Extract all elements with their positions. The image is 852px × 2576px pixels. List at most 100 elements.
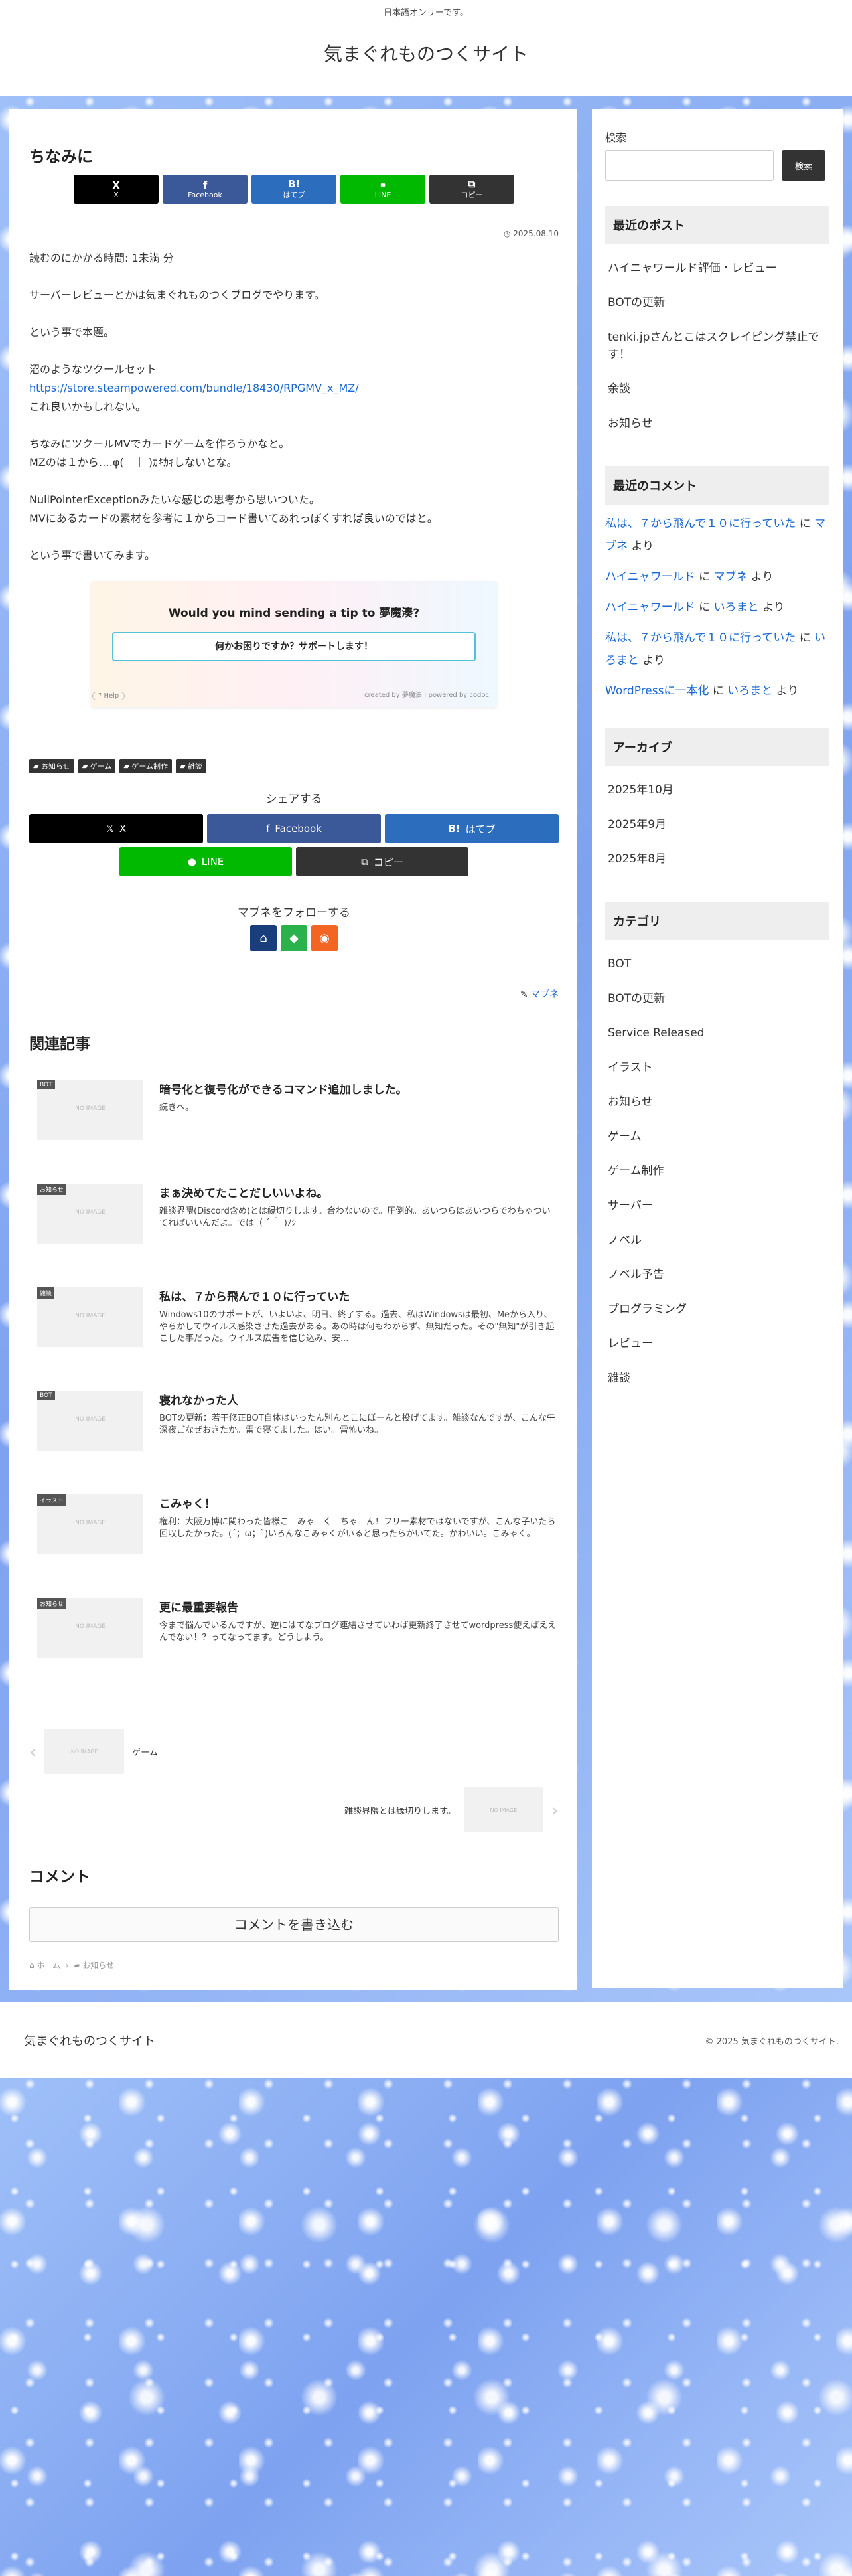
- category-link[interactable]: BOT: [608, 947, 827, 981]
- category-tag[interactable]: ▰ ゲーム: [78, 759, 116, 773]
- prev-post-thumbnail: NO IMAGE: [44, 1729, 125, 1774]
- category-tag[interactable]: ▰ お知らせ: [29, 759, 74, 773]
- category-link[interactable]: Service Released: [608, 1016, 827, 1050]
- x-icon: X: [112, 179, 120, 191]
- related-thumbnail: お知らせ NO IMAGE: [37, 1184, 143, 1244]
- recent-post-link[interactable]: tenki.jpさんとこはスクレイピング禁止です！: [608, 320, 827, 372]
- hatena-icon: B!: [287, 178, 301, 190]
- comment-post-link[interactable]: WordPressに一本化: [605, 684, 709, 698]
- archive-link[interactable]: 2025年8月: [608, 842, 827, 876]
- related-item[interactable]: お知らせ NO IMAGE まぁ決めてたことだしいいよね。 雑談界隈(Discord…: [29, 1184, 559, 1287]
- share-hatena-button[interactable]: B! はてブ: [251, 175, 336, 204]
- category-link[interactable]: ゲーム: [608, 1119, 827, 1154]
- folder-icon: ▰: [123, 762, 129, 771]
- tip-support-button[interactable]: 何かお困りですか？サポートします！: [112, 632, 476, 661]
- chevron-left-icon: ‹: [29, 1740, 37, 1763]
- archive-link[interactable]: 2025年10月: [608, 773, 827, 807]
- author-link[interactable]: マブネ: [531, 989, 559, 1000]
- recent-comment: 私は、７から飛んで１０に行っていた に いろまと より: [605, 631, 826, 667]
- related-item[interactable]: お知らせ NO IMAGE 更に最重要報告 今まで悩んでいるんですが、逆にはてなブロ…: [29, 1598, 559, 1702]
- recent-comment: ハイニャワールド に いろまと より: [605, 601, 785, 614]
- comment-author-link[interactable]: いろまと: [727, 684, 772, 698]
- facebook-icon: f: [202, 179, 208, 191]
- recent-posts-list: ハイニャワールド評価・レビュー BOTの更新 tenki.jpさんとこはスクレイ…: [605, 244, 829, 441]
- share-label: シェアする: [265, 793, 322, 806]
- category-tag[interactable]: ▰ ゲーム制作: [119, 759, 173, 773]
- recent-post-link[interactable]: ハイニャワールド評価・レビュー: [608, 251, 827, 285]
- share-x-button[interactable]: XX: [74, 175, 159, 204]
- share-line-button[interactable]: ● LINE: [340, 175, 425, 204]
- home-icon: ⌂: [29, 1961, 35, 1970]
- recent-comment: WordPressに一本化 に いろまと より: [605, 684, 799, 698]
- related-item[interactable]: BOT NO IMAGE 寝れなかった人 BOTの更新：若干修正BOT自体はいったん…: [29, 1391, 559, 1494]
- prev-post-title: ゲーム: [132, 1747, 158, 1758]
- tip-help-button[interactable]: ? Help: [92, 692, 125, 700]
- archive-link[interactable]: 2025年9月: [608, 807, 827, 842]
- breadcrumb-home[interactable]: ホーム: [36, 1961, 60, 1970]
- comment-post-link[interactable]: 私は、７から飛んで１０に行っていた: [605, 631, 796, 645]
- category-link[interactable]: サーバー: [608, 1188, 827, 1223]
- folder-icon: ▰: [33, 762, 39, 771]
- recent-posts-title: 最近のポスト: [605, 206, 829, 244]
- category-link[interactable]: ノベル予告: [608, 1257, 827, 1292]
- related-thumbnail: お知らせ NO IMAGE: [37, 1598, 143, 1658]
- recent-post-link[interactable]: お知らせ: [608, 406, 827, 441]
- comment-post-link[interactable]: ハイニャワールド: [605, 570, 695, 584]
- comment-post-link[interactable]: ハイニャワールド: [605, 601, 695, 614]
- rss-icon[interactable]: ◉: [311, 925, 338, 951]
- category-link[interactable]: レビュー: [608, 1327, 827, 1361]
- comment-post-link[interactable]: 私は、７から飛んで１０に行っていた: [605, 517, 796, 530]
- paragraph: サーバーレビューとかは気まぐれものつくブログでやります。: [29, 289, 325, 301]
- archive-list: 2025年10月 2025年9月 2025年8月: [605, 766, 829, 876]
- prev-post-link[interactable]: ‹ NO IMAGE ゲーム: [29, 1728, 559, 1775]
- share-x-button[interactable]: 𝕏X: [29, 814, 203, 843]
- related-item[interactable]: 雑談 NO IMAGE 私は、７から飛んで１０に行っていた Windows10のサポ…: [29, 1287, 559, 1391]
- related-thumbnail: イラスト NO IMAGE: [37, 1494, 143, 1554]
- share-facebook-button[interactable]: f Facebook: [163, 175, 248, 204]
- share-line-button[interactable]: ● LINE: [119, 847, 292, 876]
- category-link[interactable]: お知らせ: [608, 1085, 827, 1119]
- category-link[interactable]: プログラミング: [608, 1292, 827, 1327]
- search-button[interactable]: 検索: [782, 150, 825, 181]
- category-tag[interactable]: ▰ 雑談: [176, 759, 206, 773]
- search-input[interactable]: [605, 150, 774, 181]
- share-hatena-button[interactable]: B! はてブ: [385, 814, 559, 843]
- share-buttons-bottom: 𝕏X f Facebook B! はてブ: [29, 814, 559, 843]
- share-copy-button[interactable]: ⧉ コピー: [296, 847, 468, 876]
- home-icon[interactable]: ⌂: [250, 925, 277, 951]
- copy-icon: ⧉: [468, 178, 476, 190]
- site-title[interactable]: 気まぐれものつくサイト: [324, 27, 528, 82]
- feedly-icon[interactable]: ◆: [281, 925, 307, 951]
- category-link[interactable]: 雑談: [608, 1361, 827, 1396]
- comment-author-link[interactable]: マブネ: [713, 570, 747, 584]
- steam-bundle-link[interactable]: https://store.steampowered.com/bundle/18…: [29, 382, 359, 394]
- post-pager: ‹ NO IMAGE ゲーム 雑談界隈とは縁切りします。 NO IMAGE ›: [29, 1728, 559, 1833]
- category-link[interactable]: ノベル: [608, 1223, 827, 1257]
- footer-site-name[interactable]: 気まぐれものつくサイト: [24, 2032, 155, 2049]
- next-post-link[interactable]: 雑談界隈とは縁切りします。 NO IMAGE ›: [29, 1787, 559, 1833]
- recent-comment: ハイニャワールド に マブネ より: [605, 570, 774, 584]
- article-body: 読むのにかかる時間: 1未満 分 サーバーレビューとかは気まぐれものつくブログで…: [29, 249, 559, 565]
- footer-copyright: © 2025 気まぐれものつくサイト.: [705, 2036, 839, 2047]
- category-link[interactable]: ゲーム制作: [608, 1154, 827, 1188]
- entry-title: ちなみに: [29, 147, 93, 166]
- follow-icons: ⌂ ◆ ◉: [29, 925, 559, 951]
- category-title: カテゴリ: [605, 902, 829, 940]
- share-copy-button[interactable]: ⧉ コピー: [429, 175, 514, 204]
- recent-comments-list: 私は、７から飛んで１０に行っていた に マブネ より ハイニャワールド に マブ…: [605, 505, 829, 702]
- category-link[interactable]: イラスト: [608, 1050, 827, 1085]
- write-comment-button[interactable]: コメントを書き込む: [29, 1907, 559, 1942]
- tip-widget: Would you mind sending a tip to 夢魔湊? 何かお…: [91, 581, 497, 707]
- share-facebook-button[interactable]: f Facebook: [207, 814, 381, 843]
- category-tags: ▰ お知らせ ▰ ゲーム ▰ ゲーム制作 ▰ 雑談: [29, 759, 559, 773]
- main-article: ちなみに XX f Facebook B! はてブ ● LINE ⧉ コピー ◷ 202…: [9, 109, 577, 1990]
- breadcrumb: ⌂ ホーム › ▰ お知らせ: [29, 1959, 559, 1971]
- category-link[interactable]: BOTの更新: [608, 981, 827, 1016]
- comment-author-link[interactable]: いろまと: [713, 601, 758, 614]
- related-item[interactable]: BOT NO IMAGE 暗号化と復号化ができるコマンド追加しました。 続きへ。: [29, 1080, 559, 1184]
- tip-credit: created by 夢魔湊 | powered by codoc: [364, 692, 489, 699]
- breadcrumb-category[interactable]: お知らせ: [82, 1961, 114, 1970]
- recent-post-link[interactable]: BOTの更新: [608, 285, 827, 320]
- recent-post-link[interactable]: 余談: [608, 372, 827, 406]
- related-item[interactable]: イラスト NO IMAGE こみゃく！ 権利：大阪万博に関わった皆様こ みゃ く ち…: [29, 1494, 559, 1598]
